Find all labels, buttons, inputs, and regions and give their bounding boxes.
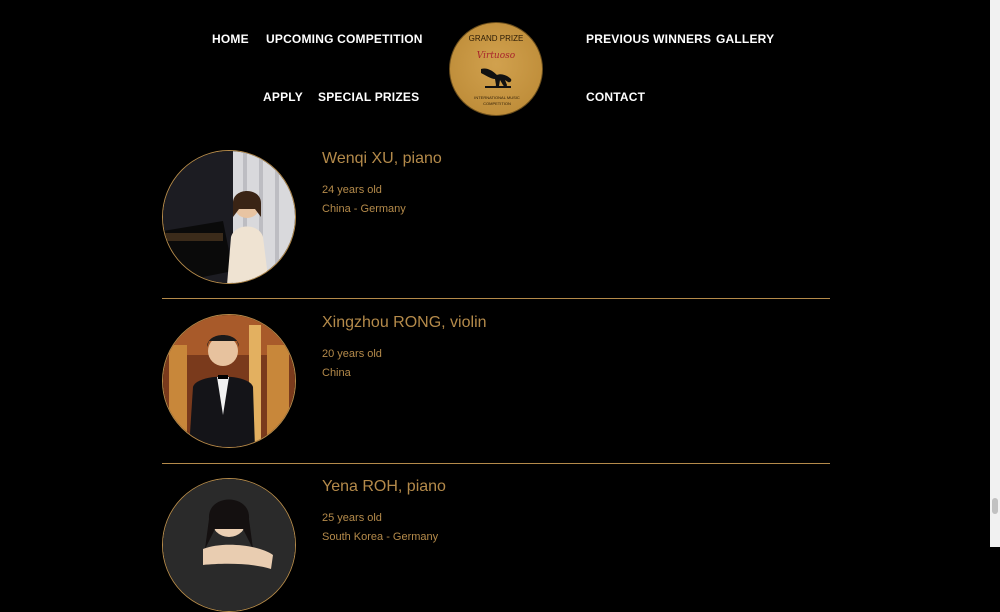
scrollbar-thumb[interactable]	[992, 498, 998, 514]
logo-subtitle: INTERNATIONAL MUSIC COMPETITION	[474, 95, 520, 106]
divider	[162, 463, 830, 464]
winner-age: 25 years old	[322, 512, 382, 524]
winner-details: 25 years old South Korea - Germany	[322, 509, 438, 547]
hand-icon	[481, 68, 512, 88]
winner-country: China	[322, 367, 351, 379]
winner-country: China - Germany	[322, 203, 406, 215]
nav-contact[interactable]: CONTACT	[586, 90, 645, 104]
winner-photo	[162, 478, 296, 612]
winner-name: Xingzhou RONG, violin	[322, 314, 487, 331]
nav-gallery[interactable]: GALLERY	[716, 32, 774, 46]
winner-card: Wenqi XU, piano 24 years old China - Ger…	[162, 150, 830, 290]
winner-country: South Korea - Germany	[322, 531, 439, 543]
winner-card: Yena ROH, piano 25 years old South Korea…	[162, 478, 830, 612]
logo-title: GRAND PRIZE	[468, 34, 524, 43]
portrait-image	[163, 315, 295, 447]
nav-previous-winners[interactable]: PREVIOUS WINNERS	[586, 32, 711, 46]
competition-logo[interactable]: GRAND PRIZE Virtuoso INTERNATIONAL MUSIC…	[449, 22, 543, 116]
portrait-image	[163, 151, 295, 283]
nav-special-prizes[interactable]: SPECIAL PRIZES	[318, 90, 419, 104]
winner-details: 20 years old China	[322, 345, 382, 383]
divider	[162, 298, 830, 299]
page-scrollbar[interactable]	[990, 0, 1000, 547]
nav-home[interactable]: HOME	[212, 32, 249, 46]
winner-name: Yena ROH, piano	[322, 478, 446, 495]
winner-card: Xingzhou RONG, violin 20 years old China	[162, 314, 830, 454]
winner-photo	[162, 150, 296, 284]
winner-age: 20 years old	[322, 348, 382, 360]
nav-upcoming-competition[interactable]: UPCOMING COMPETITION	[266, 32, 423, 46]
winner-photo	[162, 314, 296, 448]
portrait-image	[163, 479, 295, 611]
logo-script: Virtuoso	[476, 51, 516, 61]
nav-apply[interactable]: APPLY	[263, 90, 303, 104]
winner-age: 24 years old	[322, 184, 382, 196]
winner-name: Wenqi XU, piano	[322, 150, 442, 167]
winner-details: 24 years old China - Germany	[322, 181, 406, 219]
